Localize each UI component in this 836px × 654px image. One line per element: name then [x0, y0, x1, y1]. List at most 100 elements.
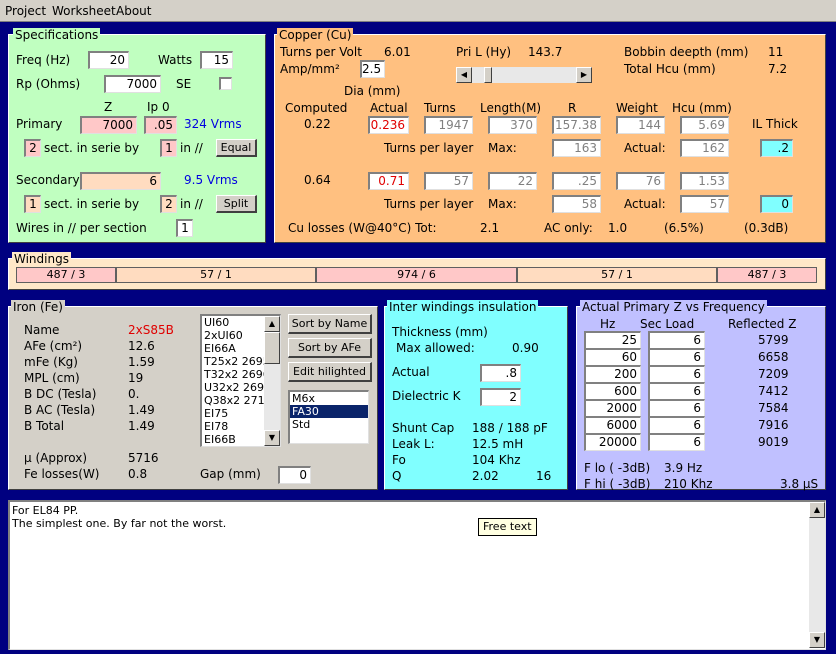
sec-load-input[interactable]: 6: [648, 348, 705, 366]
menu-project[interactable]: Project: [5, 4, 46, 18]
iron-prop-label: Name: [24, 323, 60, 337]
pril-slider[interactable]: ◀ ▶: [456, 67, 592, 83]
r1-actual-input[interactable]: 0.236: [368, 116, 409, 134]
shunt-cap-value: 188 / 188 pF: [472, 421, 548, 435]
freq-input[interactable]: 20: [88, 51, 129, 69]
scroll-down-icon[interactable]: ▼: [264, 430, 280, 446]
freq-hz-input[interactable]: 20000: [584, 433, 641, 451]
slider-right-arrow[interactable]: ▶: [576, 67, 592, 83]
r2-il-input[interactable]: 0: [760, 195, 793, 213]
dielectric-input[interactable]: 2: [480, 388, 521, 406]
freq-hz-input[interactable]: 25: [584, 331, 641, 349]
il-thick-label: IL Thick: [752, 117, 798, 131]
sec-load-input[interactable]: 6: [648, 416, 705, 434]
fhi-label: F hi ( -3dB): [584, 477, 651, 491]
r1-r: 157.38: [552, 116, 601, 134]
ins-actual-input[interactable]: .8: [480, 364, 521, 382]
iron-prop-value: 19: [128, 371, 144, 385]
q2-value: 16: [536, 469, 552, 483]
fo-value: 104 Khz: [472, 453, 521, 467]
notes-line-1: For EL84 PP.: [12, 504, 79, 517]
secondary-z-input[interactable]: 6: [80, 172, 161, 190]
core-listbox[interactable]: UI60 2xUI60 EI66A T25x2 2695 T32x2 2696 U32x2…: [200, 314, 281, 447]
freq-hz-input[interactable]: 60: [584, 348, 641, 366]
winding-segment[interactable]: 974 / 6: [316, 267, 517, 283]
se-checkbox[interactable]: [219, 77, 232, 90]
notes-scrollbar[interactable]: ▲ ▼: [809, 502, 825, 648]
sec-load-input[interactable]: 6: [648, 365, 705, 383]
r2-turns: 57: [424, 172, 473, 190]
r2-weight: 76: [616, 172, 665, 190]
scroll-up-icon[interactable]: ▲: [809, 502, 825, 518]
primary-ip0-input[interactable]: .05: [144, 116, 177, 134]
r2-actual-label: Actual:: [624, 197, 666, 211]
watts-input[interactable]: 15: [200, 51, 233, 69]
secondary-sect-input[interactable]: 1: [24, 195, 41, 213]
amp-label: Amp/mm²: [280, 62, 340, 76]
weight-col: Weight: [616, 101, 658, 115]
amp-input[interactable]: 2.5: [360, 60, 385, 78]
fe-loss-value: 0.8: [128, 467, 148, 481]
gap-input[interactable]: 0: [278, 466, 311, 484]
menu-bar: Project Worksheet About: [0, 0, 836, 22]
leak-label: Leak L:: [392, 437, 435, 451]
material-list-item[interactable]: Std: [290, 418, 368, 431]
menu-about[interactable]: About: [116, 4, 151, 18]
core-list-scrollbar[interactable]: ▲ ▼: [264, 316, 280, 446]
material-list-item[interactable]: FA30: [290, 405, 368, 418]
tpv-value: 6.01: [384, 45, 411, 59]
r1-max: 163: [552, 139, 601, 157]
winding-segment[interactable]: 57 / 1: [116, 267, 316, 283]
freq-hz-input[interactable]: 6000: [584, 416, 641, 434]
primary-label: Primary: [16, 117, 63, 131]
r1-actual-tpl: 162: [680, 139, 729, 157]
sort-by-name-button[interactable]: Sort by Name: [288, 314, 372, 334]
sec-load-input[interactable]: 6: [648, 433, 705, 451]
sec-load-input[interactable]: 6: [648, 382, 705, 400]
hz-col: Hz: [600, 317, 616, 331]
iron-prop-value: 0.: [128, 387, 140, 401]
iron-prop-label: B AC (Tesla): [24, 403, 96, 417]
edit-highlighted-button[interactable]: Edit hilighted: [288, 362, 372, 382]
scroll-up-icon[interactable]: ▲: [264, 316, 280, 332]
r2-computed: 0.64: [304, 173, 331, 187]
fo-label: Fo: [392, 453, 406, 467]
freq-hz-input[interactable]: 200: [584, 365, 641, 383]
sec-load-input[interactable]: 6: [648, 399, 705, 417]
wires-input[interactable]: 1: [176, 219, 193, 237]
freq-hz-input[interactable]: 600: [584, 382, 641, 400]
length-col: Length(M): [480, 101, 542, 115]
equal-button[interactable]: Equal: [216, 139, 257, 157]
material-list-item[interactable]: M6x: [290, 392, 368, 405]
r2-actual-input[interactable]: 0.71: [368, 172, 409, 190]
insulation-title: Inter windings insulation: [387, 300, 539, 314]
freq-hz-input[interactable]: 2000: [584, 399, 641, 417]
winding-segment[interactable]: 487 / 3: [717, 267, 817, 283]
r1-il-input[interactable]: .2: [760, 139, 793, 157]
sec-load-input[interactable]: 6: [648, 331, 705, 349]
rp-label: Rp (Ohms): [16, 77, 81, 91]
material-listbox[interactable]: M6x FA30 Std: [288, 390, 369, 444]
notes-textarea[interactable]: For EL84 PP. The simplest one. By far no…: [8, 500, 826, 650]
primary-par-input[interactable]: 1: [160, 139, 177, 157]
split-button[interactable]: Split: [216, 195, 257, 213]
slider-thumb[interactable]: [484, 67, 492, 83]
primary-z-input[interactable]: 7000: [80, 116, 137, 134]
scroll-thumb[interactable]: [264, 332, 280, 364]
max-allowed-label: Max allowed:: [396, 341, 475, 355]
wires-label: Wires in // per section: [16, 221, 147, 235]
sec-load-col: Sec Load: [640, 317, 695, 331]
iron-prop-label: mFe (Kg): [24, 355, 78, 369]
slider-left-arrow[interactable]: ◀: [456, 67, 472, 83]
secondary-par-input[interactable]: 2: [160, 195, 177, 213]
winding-segment[interactable]: 57 / 1: [517, 267, 717, 283]
rp-input[interactable]: 7000: [104, 75, 161, 93]
menu-worksheet[interactable]: Worksheet: [52, 4, 116, 18]
max-allowed-value: 0.90: [512, 341, 539, 355]
culoss-db: (0.3dB): [744, 221, 789, 235]
scroll-down-icon[interactable]: ▼: [809, 632, 825, 648]
fe-loss-label: Fe losses(W): [24, 467, 100, 481]
sort-by-afe-button[interactable]: Sort by AFe: [288, 338, 372, 358]
winding-segment[interactable]: 487 / 3: [16, 267, 116, 283]
primary-sect-input[interactable]: 2: [24, 139, 41, 157]
